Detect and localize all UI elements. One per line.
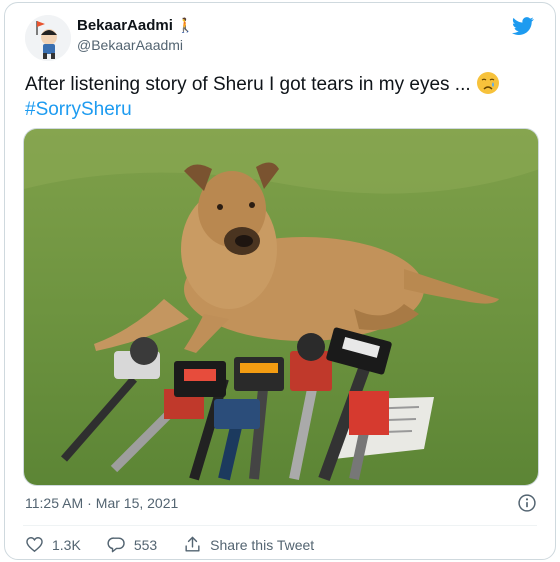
walking-emoji: 🚶 [176,17,195,33]
tweet-timestamp[interactable]: 11:25 AM · Mar 15, 2021 [25,495,178,511]
author-name-row[interactable]: BekaarAadmi 🚶 [77,17,194,34]
tweet-time: 11:25 AM [25,495,84,511]
divider [23,525,537,526]
crying-face-emoji-icon [476,72,499,94]
user-handle[interactable]: @BekaarAaadmi [77,37,183,53]
avatar[interactable] [25,15,71,61]
reply-count: 553 [133,536,158,553]
like-button[interactable]: 1.3K [25,535,81,554]
hashtag-link[interactable]: #SorrySheru [25,99,132,120]
share-icon [185,536,200,552]
action-bar: 1.3K 553 Share this Tweet [25,535,340,554]
reply-button[interactable]: 553 [107,535,157,554]
reply-icon [107,537,125,553]
tweet-card: BekaarAadmi 🚶 @BekaarAaadmi After listen… [4,2,556,560]
share-button[interactable]: Share this Tweet [183,535,314,554]
like-count: 1.3K [52,536,81,553]
display-name[interactable]: BekaarAadmi [77,17,173,34]
share-label: Share this Tweet [210,536,315,553]
tweet-text: After listening story of Sheru I got tea… [25,71,540,122]
tweet-photo[interactable] [23,128,539,486]
tweet-body: After listening story of Sheru I got tea… [25,74,471,95]
twitter-bird-icon[interactable] [511,15,535,37]
tweet-date: Mar 15, 2021 [95,495,179,511]
dog-with-microphones-photo [24,129,538,485]
heart-icon [26,537,43,553]
timestamp-separator: · [87,495,92,511]
info-icon[interactable] [517,493,537,513]
